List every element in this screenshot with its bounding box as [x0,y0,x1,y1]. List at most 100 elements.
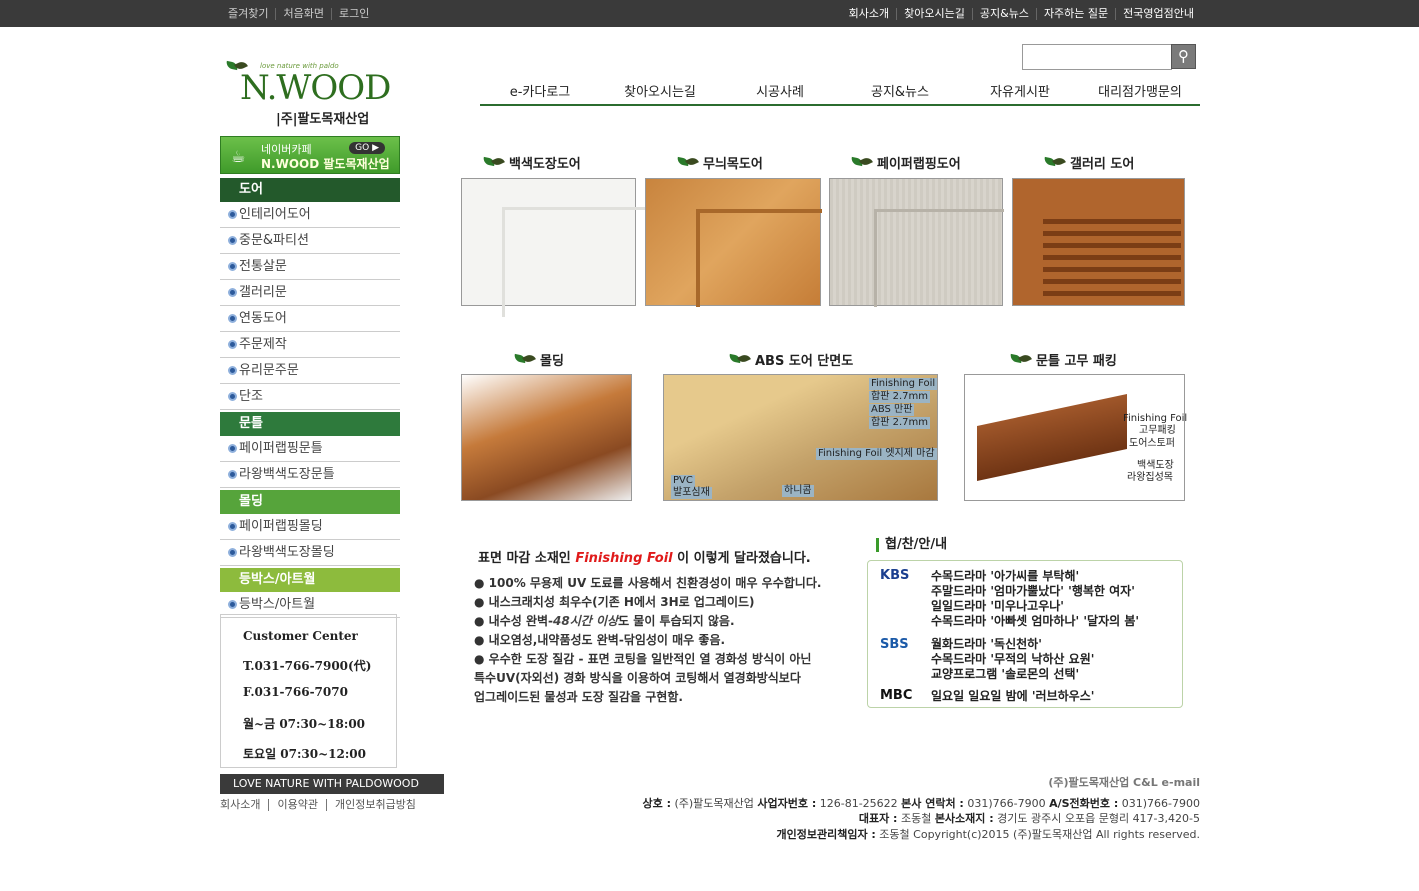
ff-post: 이 이렇게 달라졌습니다. [677,551,811,566]
lnav-item-label: 페이퍼랩핑문틀 [239,440,323,456]
bullet-icon [228,600,237,609]
feature-line: ● 100% 무용제 UV 도료를 사용해서 친환경성이 매우 우수합니다. [474,576,822,590]
white-door-image[interactable] [461,178,652,317]
cafe-go: GO ▶ [349,142,385,154]
sponsor-box: KBS 수목드라마 '아가씨를 부탁해' 주말드라마 '엄마가뿔났다' '행복한… [867,560,1183,708]
footer-links: 회사소개 이용약관 개인정보취급방침 [220,799,424,811]
logo-corp: |주|팔도목재산업 [276,112,370,127]
lnav-item-label: 전통살문 [239,258,287,274]
footer-company-link[interactable]: 회사소개 [220,799,270,811]
search-input[interactable] [1022,44,1172,70]
cat-frame[interactable]: 문틀 [220,412,400,436]
ff-em: Finishing Foil [575,551,673,566]
top-left-links: 즐겨찾기 처음화면 로그인 [221,0,376,27]
abs-label: ABS 만판 [869,404,915,416]
footer-key: 상호 : [642,797,671,810]
nav-catalog[interactable]: e-카다로그 [480,84,600,104]
lnav-item[interactable]: 갤러리문 [220,280,400,306]
gallery-door-image[interactable] [1012,178,1185,306]
main-nav: e-카다로그 찾아오시는길 시공사례 공지&뉴스 자유게시판 대리점가맹문의 [480,84,1200,106]
footer-value: 경기도 광주시 오포읍 문형리 417-3,420-5 [993,812,1200,825]
footer-line-3: 대표자 : 조동철 본사소재지 : 경기도 광주시 오포읍 문형리 417-3,… [859,810,1200,826]
product-title-text: 갤러리 도어 [1070,157,1135,172]
gasket-image[interactable]: Finishing Foil 고무패킹 도어스토퍼 백색도장 라왕집성목 [964,374,1188,501]
lnav-item[interactable]: 라왕백색도장문틀 [220,462,400,488]
sponsor-line: 교양프로그램 '솔로몬의 선택' [931,667,1080,681]
leaf-icon [514,355,536,365]
bullet-icon [228,340,237,349]
product-title-molding: 몰딩 [514,350,564,369]
mbc-logo: MBC [880,688,913,703]
abs-label: Finishing Foil 엣지제 마감 [816,448,937,460]
bullet-icon [228,210,237,219]
nav-cases[interactable]: 시공사례 [720,84,840,104]
naver-cafe-banner[interactable]: ☕ 네이버카페 N.WOOD 팔도목재산업 GO ▶ [220,136,400,174]
lnav-item-label: 라왕백색도장몰딩 [239,544,335,560]
veneer-door-image[interactable] [645,178,822,307]
directions-link[interactable]: 찾아오시는길 [897,7,973,20]
nav-board[interactable]: 자유게시판 [960,84,1080,104]
bookmark-link[interactable]: 즐겨찾기 [221,7,277,20]
top-right-links: 회사소개 찾아오시는길 공지&뉴스 자주하는 질문 전국영업점안내 [842,0,1201,27]
gasket-label: 고무패킹 [1139,425,1176,436]
footer-terms-link[interactable]: 이용약관 [269,799,327,811]
lnav-item-label: 주문제작 [239,336,287,352]
product-title-gallery: 갤러리 도어 [1044,153,1134,172]
bullet-icon [228,470,237,479]
top-bar: 즐겨찾기 처음화면 로그인 회사소개 찾아오시는길 공지&뉴스 자주하는 질문 … [0,0,1419,27]
cat-door[interactable]: 도어 [220,178,400,202]
product-title-white: 백색도장도어 [483,153,581,172]
nav-dealer[interactable]: 대리점가맹문의 [1080,84,1200,104]
lnav-item[interactable]: 라왕백색도장몰딩 [220,540,400,566]
lnav-item[interactable]: 주문제작 [220,332,400,358]
product-title-text: 페이퍼랩핑도어 [877,157,961,172]
nav-notice[interactable]: 공지&뉴스 [840,84,960,104]
lnav-item[interactable]: 페이퍼랩핑몰딩 [220,514,400,540]
abs-label: PVC [671,475,695,487]
lnav-item[interactable]: 중문&파티션 [220,228,400,254]
notice-link[interactable]: 공지&뉴스 [973,7,1037,20]
branches-link[interactable]: 전국영업점안내 [1116,7,1201,20]
cat-molding[interactable]: 몰딩 [220,490,400,514]
paper-door-image[interactable] [829,178,1004,307]
lnav-item[interactable]: 단조 [220,384,400,410]
gasket-label: 라왕집성목 [1127,472,1173,483]
cat-box[interactable]: 등박스/아트월 [220,568,400,592]
login-link[interactable]: 로그인 [332,7,376,20]
lnav-item-label: 페이퍼랩핑몰딩 [239,518,323,534]
footer-line-2: 상호 : (주)팔도목재산업 사업자번호 : 126-81-25622 본사 연… [643,795,1200,811]
footer-value: 조동철 Copyright(c)2015 (주)팔도목재산업 All right… [875,828,1200,841]
lnav-item[interactable]: 인테리어도어 [220,202,400,228]
lnav-item[interactable]: 유리문주문 [220,358,400,384]
abs-section-image[interactable]: Finishing Foil 합판 2.7mm ABS 만판 합판 2.7mm … [663,374,938,501]
footer-key: 개인정보관리책임자 : [776,828,876,841]
footer-email-line[interactable]: (주)팔도목재산업 C&L e-mail [1048,774,1200,790]
lnav-item[interactable]: 전통살문 [220,254,400,280]
bullet-icon [228,392,237,401]
product-title-paper: 페이퍼랩핑도어 [851,153,961,172]
lnav-item[interactable]: 연동도어 [220,306,400,332]
gasket-label: Finishing Foil [1123,413,1188,424]
feature-line: ● 내오염성,내약품성도 완벽-닦임성이 매우 좋음. [474,633,726,647]
footer-privacy-link[interactable]: 개인정보취급방침 [327,799,424,811]
home-link[interactable]: 처음화면 [276,7,332,20]
left-nav: 도어 인테리어도어 중문&파티션 전통살문 갤러리문 연동도어 주문제작 유리문… [220,176,400,618]
bullet-icon [228,548,237,557]
leaf-icon [851,158,873,168]
bullet-icon [228,236,237,245]
lnav-item[interactable]: 페이퍼랩핑문틀 [220,436,400,462]
footer-value: 031)766-7900 [963,797,1050,810]
molding-image[interactable] [461,374,632,501]
leaf-icon [677,158,699,168]
sponsor-line: 일요일 일요일 밤에 '러브하우스' [931,689,1095,703]
abs-label: 발포심재 [671,487,712,499]
bullet-icon [228,262,237,271]
nav-directions[interactable]: 찾아오시는길 [600,84,720,104]
site-logo[interactable]: love nature with paldo N.WOOD |주|팔도목재산업 [222,56,402,128]
footer-value: 031)766-7900 [1118,797,1200,810]
leaf-icon [483,158,505,168]
company-link[interactable]: 회사소개 [842,7,898,20]
faq-link[interactable]: 자주하는 질문 [1037,7,1117,20]
search-button[interactable]: ⚲ [1171,44,1196,69]
ff-pre: 표면 마감 소재인 [478,551,571,566]
